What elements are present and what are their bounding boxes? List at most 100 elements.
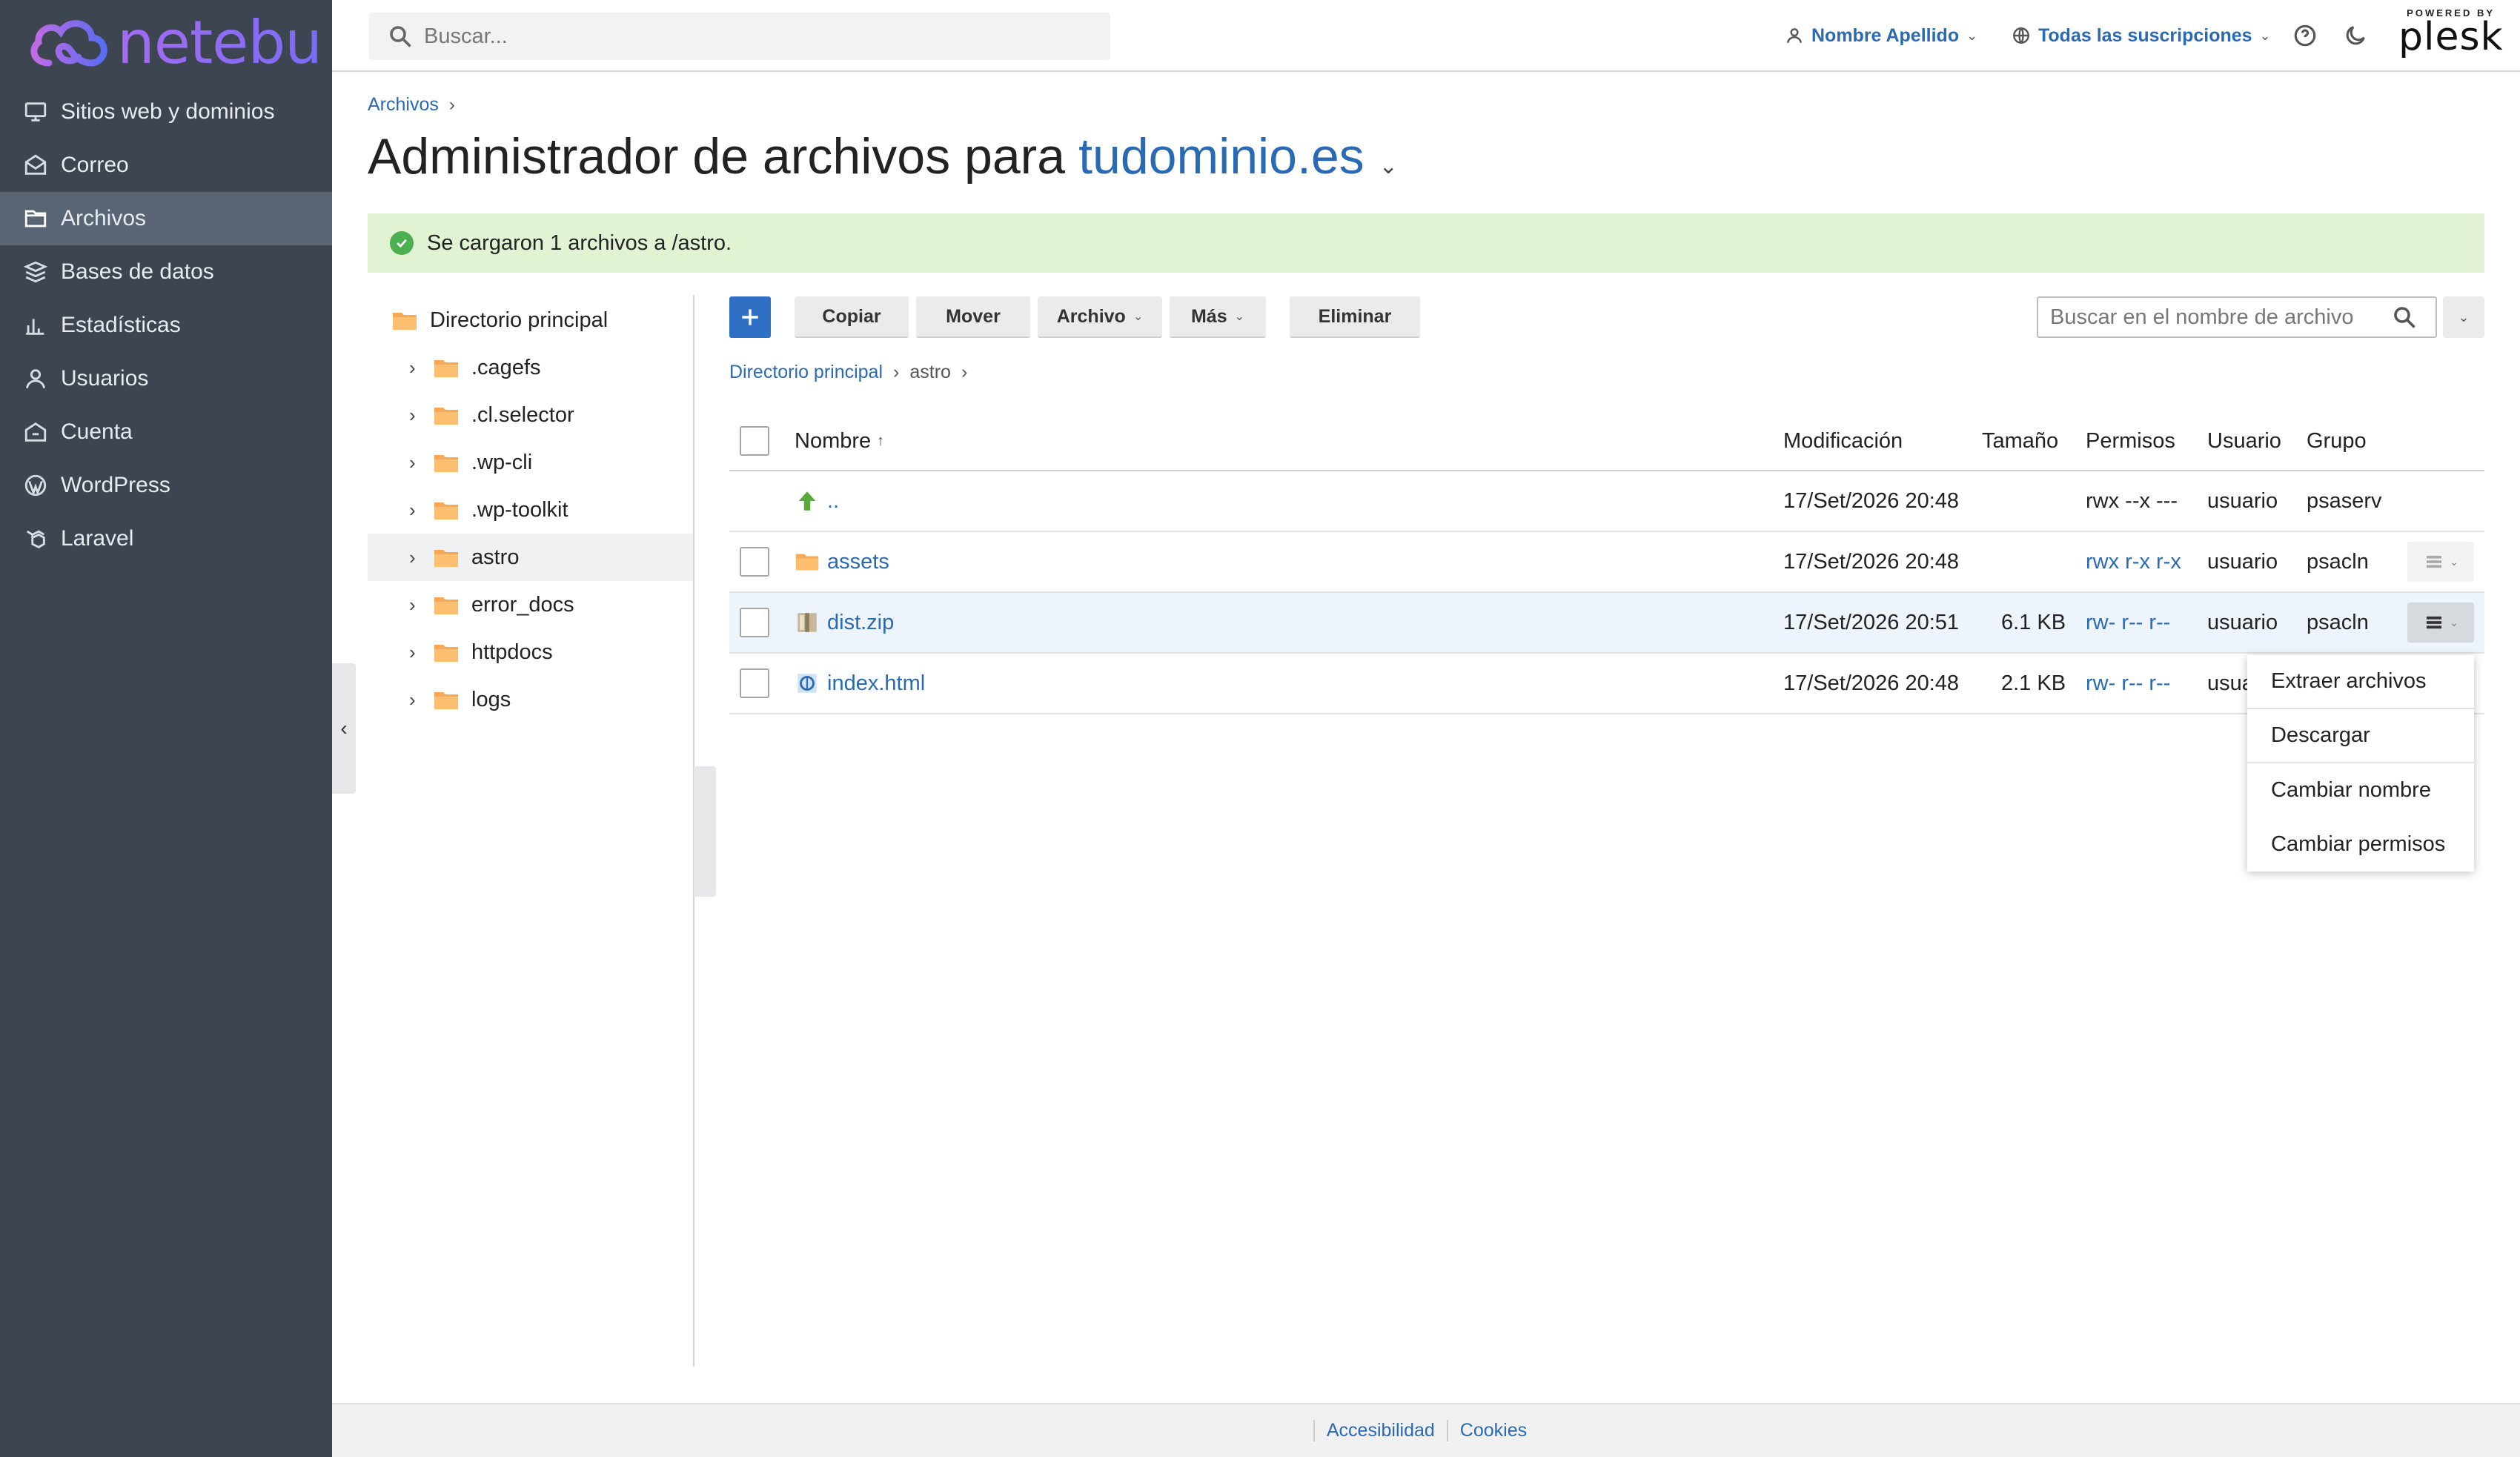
- column-group[interactable]: Grupo: [2307, 412, 2367, 470]
- tree-item-logs[interactable]: › logs: [368, 676, 694, 723]
- group-cell: psacln: [2307, 610, 2369, 634]
- column-modified[interactable]: Modificación: [1783, 412, 1903, 470]
- file-name-link[interactable]: ..: [827, 489, 839, 514]
- chevron-down-icon[interactable]: ⌄: [1379, 153, 1398, 179]
- table-header: Nombre ↑ Modificación Tamaño Permisos Us…: [729, 412, 2484, 471]
- chevron-down-icon: ⌄: [1234, 311, 1245, 323]
- sidebar-item-label: Archivos: [61, 206, 147, 230]
- row-actions-button[interactable]: ⌄: [2407, 603, 2474, 643]
- chevron-right-icon[interactable]: ›: [409, 594, 433, 617]
- search-input[interactable]: [424, 24, 1076, 49]
- menu-item-change-permissions[interactable]: Cambiar permisos: [2247, 817, 2474, 872]
- chevron-right-icon[interactable]: ›: [409, 546, 433, 569]
- pane-resize-handle[interactable]: [694, 766, 716, 897]
- file-name-link[interactable]: dist.zip: [827, 611, 894, 635]
- file-menu-button[interactable]: Archivo ⌄: [1038, 296, 1162, 338]
- row-checkbox[interactable]: [740, 668, 769, 698]
- subscriptions-menu[interactable]: Todas las suscripciones ⌄: [2012, 22, 2271, 49]
- row-checkbox[interactable]: [740, 547, 769, 577]
- table-row[interactable]: index.html 17/Set/2026 20:48 2.1 KB rw- …: [729, 654, 2484, 714]
- move-label: Mover: [946, 305, 1001, 327]
- sidebar-item-databases[interactable]: Bases de datos: [0, 245, 332, 299]
- chevron-right-icon[interactable]: ›: [409, 404, 433, 427]
- chevron-right-icon[interactable]: ›: [409, 451, 433, 474]
- file-name-link[interactable]: index.html: [827, 671, 925, 696]
- tree-item-wp-toolkit[interactable]: › .wp-toolkit: [368, 486, 694, 534]
- user-icon: [1787, 28, 1802, 43]
- breadcrumb-files-link[interactable]: Archivos: [368, 94, 439, 116]
- tree-item-httpdocs[interactable]: › httpdocs: [368, 628, 694, 676]
- sidebar-item-label: Usuarios: [61, 366, 149, 391]
- top-bar: Nombre Apellido ⌄ Todas las suscripcione…: [332, 0, 2520, 72]
- column-size[interactable]: Tamaño: [1982, 412, 2058, 470]
- brand-logo[interactable]: netebu: [27, 8, 322, 77]
- chevron-right-icon[interactable]: ›: [409, 641, 433, 664]
- row-actions-menu: Extraer archivos Descargar Cambiar nombr…: [2247, 655, 2474, 872]
- path-root-link[interactable]: Directorio principal: [729, 362, 883, 383]
- dark-mode-toggle[interactable]: [2341, 21, 2370, 50]
- sidebar-item-websites[interactable]: Sitios web y dominios: [0, 85, 332, 139]
- tree-item-error-docs[interactable]: › error_docs: [368, 581, 694, 628]
- cookies-link[interactable]: Cookies: [1446, 1420, 1539, 1441]
- permissions-link[interactable]: rwx r-x r-x: [2086, 550, 2181, 574]
- column-group-label: Grupo: [2307, 428, 2367, 453]
- permissions-link[interactable]: rw- r-- r--: [2086, 611, 2170, 635]
- global-search[interactable]: [369, 13, 1110, 60]
- permissions-link[interactable]: rw- r-- r--: [2086, 671, 2170, 696]
- delete-button[interactable]: Eliminar: [1290, 296, 1420, 338]
- search-icon[interactable]: [2391, 304, 2418, 331]
- move-button[interactable]: Mover: [916, 296, 1030, 338]
- more-menu-button[interactable]: Más ⌄: [1170, 296, 1266, 338]
- tree-item-label: astro: [471, 545, 520, 569]
- table-row[interactable]: dist.zip 17/Set/2026 20:51 6.1 KB rw- r-…: [729, 593, 2484, 654]
- accessibility-link[interactable]: Accesibilidad: [1313, 1420, 1447, 1441]
- row-actions-button[interactable]: ⌄: [2407, 542, 2474, 582]
- select-all-checkbox[interactable]: [740, 426, 769, 456]
- tree-item-root[interactable]: Directorio principal: [368, 296, 694, 344]
- user-menu[interactable]: Nombre Apellido ⌄: [1785, 22, 1977, 49]
- sidebar-item-files[interactable]: Archivos: [0, 192, 332, 245]
- sidebar-item-wordpress[interactable]: WordPress: [0, 459, 332, 512]
- menu-item-download[interactable]: Descargar: [2247, 709, 2474, 763]
- chevron-right-icon[interactable]: ›: [409, 688, 433, 711]
- chevron-right-icon[interactable]: ›: [409, 499, 433, 522]
- sidebar-item-statistics[interactable]: Estadísticas: [0, 299, 332, 352]
- table-row[interactable]: .. 17/Set/2026 20:48 rwx --x --- usuario…: [729, 471, 2484, 532]
- chevron-right-icon[interactable]: ›: [409, 356, 433, 379]
- column-user[interactable]: Usuario: [2207, 412, 2281, 470]
- sidebar-item-mail[interactable]: Correo: [0, 139, 332, 192]
- sidebar-item-laravel[interactable]: Laravel: [0, 512, 332, 565]
- tree-item-wp-cli[interactable]: › .wp-cli: [368, 439, 694, 486]
- domain-selector[interactable]: tudominio.es: [1078, 127, 1365, 185]
- tree-item-cagefs[interactable]: › .cagefs: [368, 344, 694, 391]
- user-cell: usuario: [2207, 488, 2278, 513]
- delete-label: Eliminar: [1318, 305, 1392, 327]
- copy-button[interactable]: Copiar: [795, 296, 909, 338]
- sidebar-item-account[interactable]: Cuenta: [0, 405, 332, 459]
- tree-item-cl-selector[interactable]: › .cl.selector: [368, 391, 694, 439]
- file-search-input[interactable]: [2050, 305, 2384, 330]
- help-button[interactable]: [2290, 21, 2320, 50]
- sort-ascending-icon: ↑: [877, 432, 885, 449]
- file-search[interactable]: [2037, 296, 2437, 338]
- folder-icon: [433, 594, 460, 615]
- folder-icon: [433, 547, 460, 568]
- sidebar-item-users[interactable]: Usuarios: [0, 352, 332, 405]
- folder-icon: [22, 205, 49, 232]
- sidebar: netebu Sitios web y dominios Correo Arch…: [0, 0, 332, 1457]
- account-icon: [22, 419, 49, 445]
- table-row[interactable]: assets 17/Set/2026 20:48 rwx r-x r-x usu…: [729, 532, 2484, 593]
- directory-tree: Directorio principal › .cagefs › .cl.sel…: [368, 296, 694, 723]
- menu-item-extract[interactable]: Extraer archivos: [2247, 655, 2474, 709]
- tree-item-astro[interactable]: › astro: [368, 534, 694, 581]
- column-name[interactable]: Nombre ↑: [795, 412, 884, 470]
- modified-cell: 17/Set/2026 20:48: [1783, 671, 1960, 695]
- file-name-link[interactable]: assets: [827, 550, 889, 574]
- menu-item-rename[interactable]: Cambiar nombre: [2247, 763, 2474, 817]
- row-checkbox[interactable]: [740, 608, 769, 637]
- add-button[interactable]: [729, 296, 771, 338]
- sidebar-collapse-button[interactable]: ‹: [332, 663, 356, 794]
- column-permissions[interactable]: Permisos: [2086, 412, 2175, 470]
- search-options-button[interactable]: ⌄: [2443, 296, 2484, 338]
- page-title-prefix: Administrador de archivos para: [368, 128, 1066, 185]
